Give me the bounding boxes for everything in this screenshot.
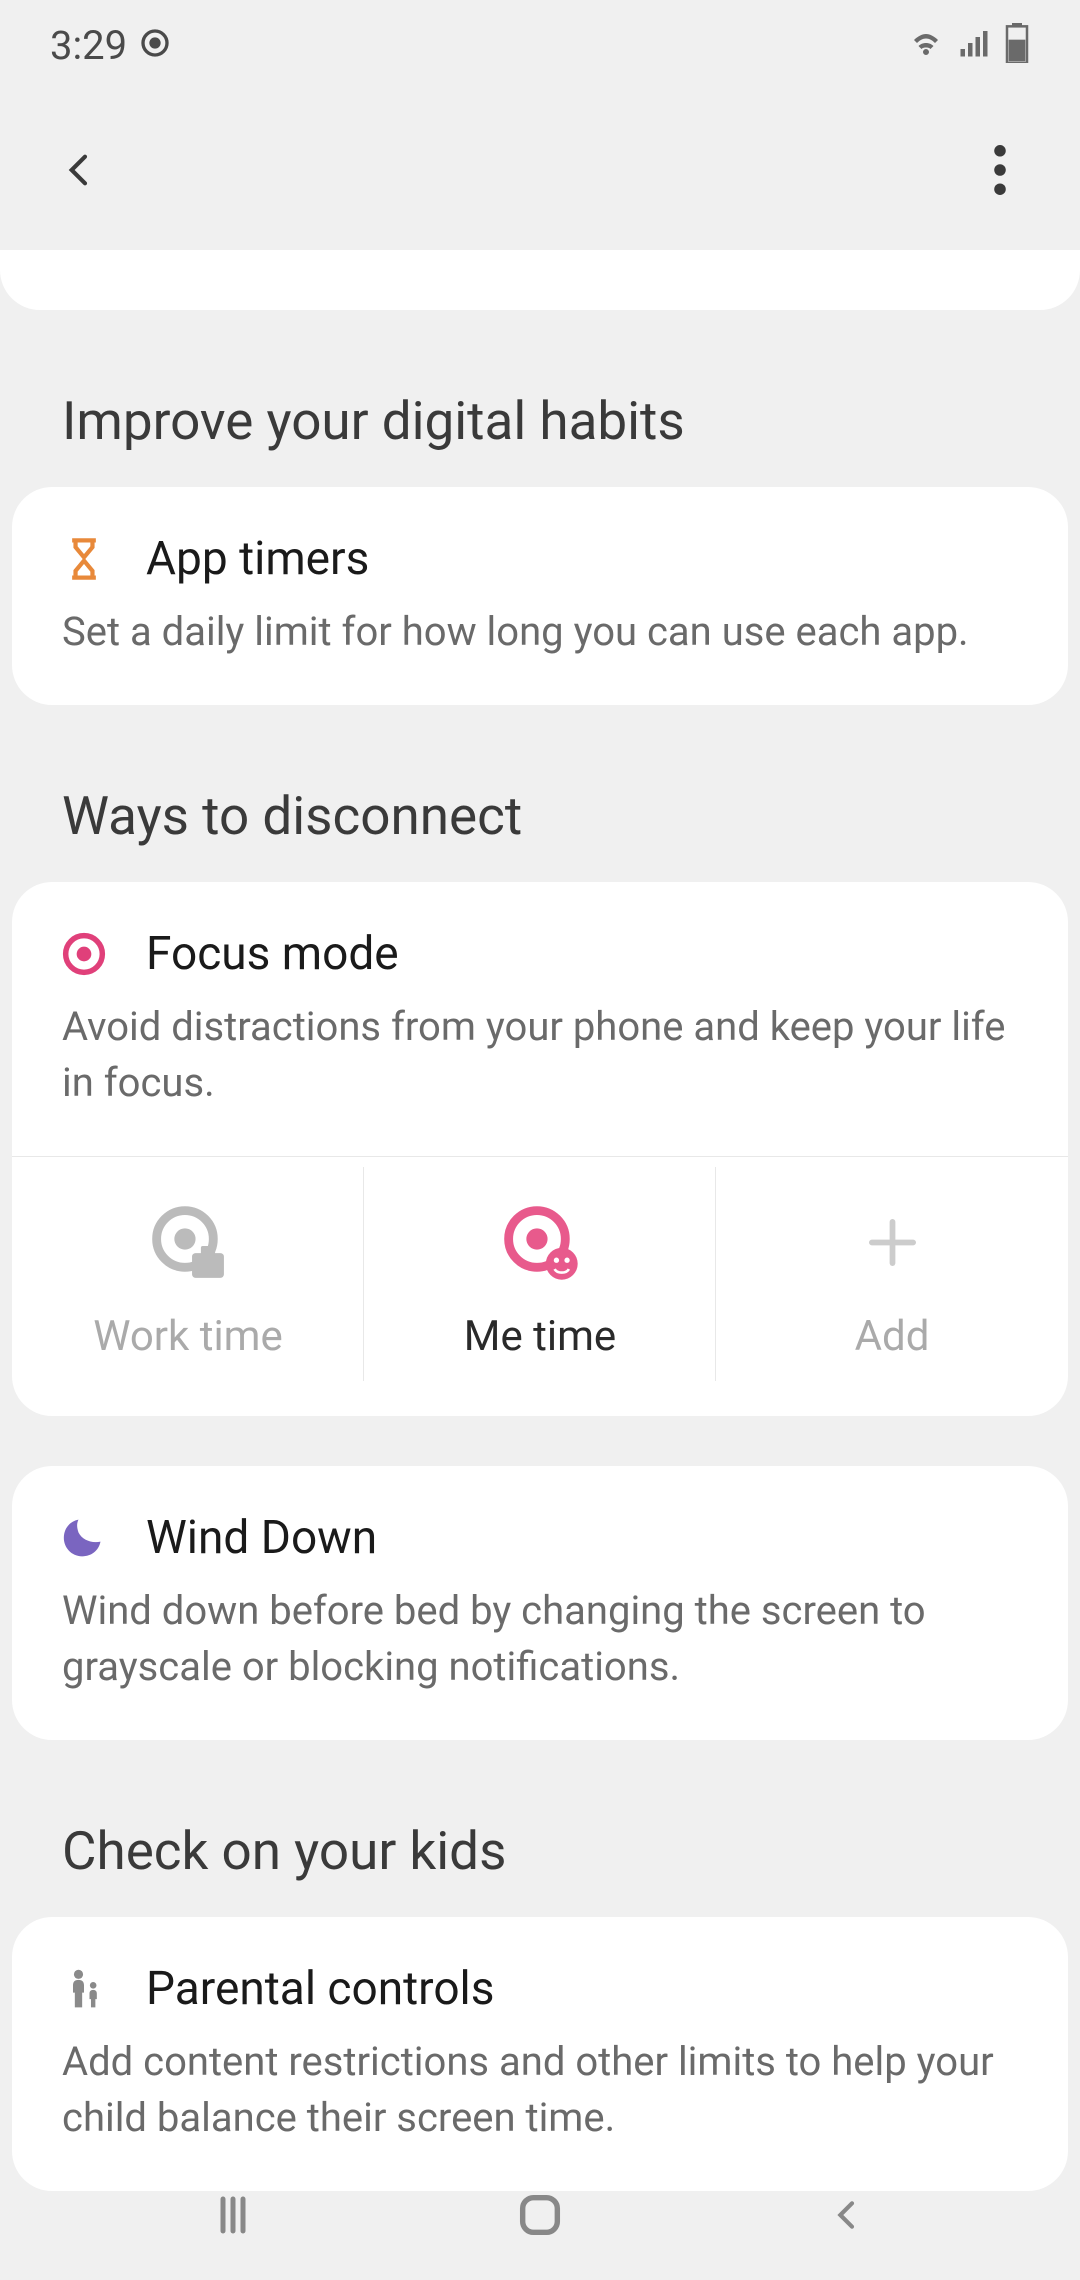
- nav-bar: [0, 2150, 1080, 2280]
- focus-mode-card[interactable]: Focus mode Avoid distractions from your …: [12, 882, 1068, 1416]
- status-bar: 3:29: [0, 0, 1080, 90]
- app-timers-card[interactable]: App timers Set a daily limit for how lon…: [12, 487, 1068, 705]
- alarm-icon: [139, 22, 171, 69]
- wifi-icon: [908, 25, 944, 65]
- card-fragment: [0, 250, 1080, 310]
- focus-add-label: Add: [855, 1312, 930, 1361]
- more-options-button[interactable]: [975, 145, 1025, 195]
- app-timers-desc: Set a daily limit for how long you can u…: [62, 604, 1018, 660]
- home-button[interactable]: [510, 2185, 570, 2245]
- parental-controls-desc: Add content restrictions and other limit…: [62, 2034, 1018, 2146]
- hourglass-icon: [62, 537, 106, 581]
- focus-add[interactable]: Add: [716, 1187, 1068, 1381]
- nav-back-button[interactable]: [817, 2185, 877, 2245]
- target-icon: [62, 932, 106, 976]
- back-button[interactable]: [55, 145, 105, 195]
- battery-icon: [1004, 23, 1030, 67]
- card-header: Focus mode: [62, 927, 1018, 981]
- focus-me-label: Me time: [464, 1312, 616, 1361]
- content: Improve your digital habits App timers S…: [0, 250, 1080, 2191]
- focus-work-label: Work time: [93, 1312, 283, 1361]
- status-time: 3:29: [50, 22, 127, 69]
- section-title-disconnect: Ways to disconnect: [12, 785, 1068, 882]
- me-time-icon: [495, 1197, 585, 1287]
- focus-mode-title: Focus mode: [146, 927, 399, 981]
- work-time-icon: [143, 1197, 233, 1287]
- parental-controls-title: Parental controls: [146, 1962, 494, 2016]
- wind-down-desc: Wind down before bed by changing the scr…: [62, 1583, 1018, 1695]
- section-title-kids: Check on your kids: [12, 1820, 1068, 1917]
- card-header: App timers: [62, 532, 1018, 586]
- card-header: Parental controls: [62, 1962, 1018, 2016]
- focus-me-time[interactable]: Me time: [364, 1187, 716, 1381]
- card-header: Wind Down: [62, 1511, 1018, 1565]
- status-right: [908, 23, 1030, 67]
- focus-mode-desc: Avoid distractions from your phone and k…: [62, 999, 1018, 1111]
- focus-work-time[interactable]: Work time: [12, 1187, 364, 1381]
- signal-icon: [956, 25, 992, 65]
- plus-icon: [847, 1197, 937, 1287]
- moon-icon: [62, 1516, 106, 1560]
- app-bar: [0, 90, 1080, 250]
- section-title-habits: Improve your digital habits: [12, 390, 1068, 487]
- app-timers-title: App timers: [146, 532, 369, 586]
- wind-down-title: Wind Down: [146, 1511, 377, 1565]
- parent-child-icon: [62, 1967, 106, 2011]
- recents-button[interactable]: [203, 2185, 263, 2245]
- focus-mode-items: Work time Me time: [12, 1156, 1068, 1381]
- wind-down-card[interactable]: Wind Down Wind down before bed by changi…: [12, 1466, 1068, 1740]
- status-left: 3:29: [50, 22, 171, 69]
